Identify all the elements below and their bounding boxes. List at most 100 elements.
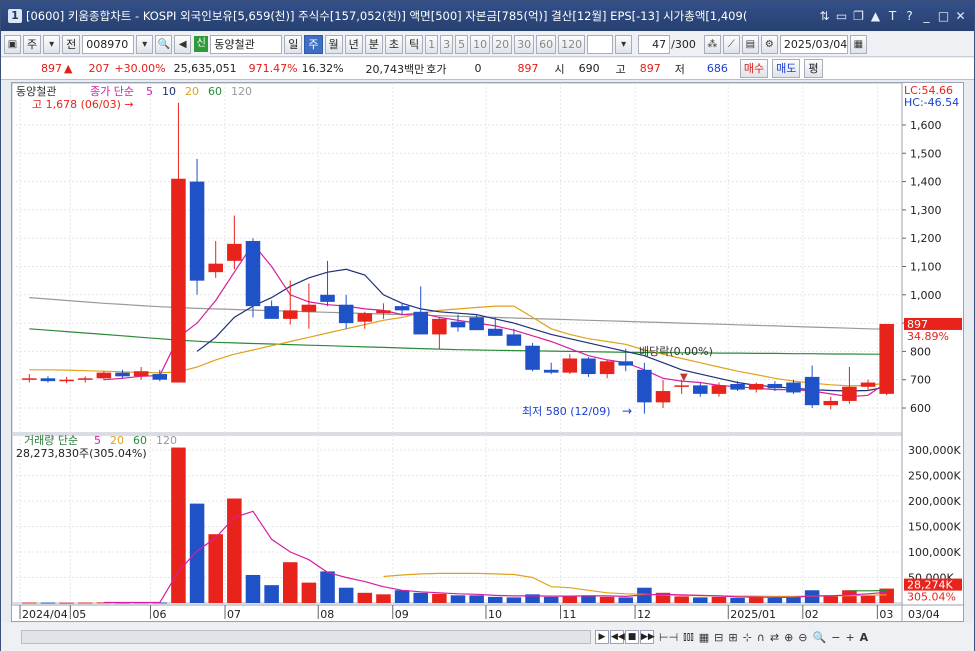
candle-body (22, 378, 37, 380)
minimize-button[interactable]: _ (919, 9, 934, 23)
chevron-down-icon[interactable]: ▾ (615, 34, 633, 54)
magnet-icon[interactable]: ∩ (757, 631, 765, 644)
calendar-icon[interactable]: ▦ (849, 34, 867, 54)
zoom-in-icon[interactable]: ⊕ (784, 631, 793, 644)
candle-body (320, 294, 335, 302)
candle-body (823, 400, 839, 406)
price-tick-label: 800 (910, 345, 931, 358)
market-select[interactable]: 전 (62, 34, 81, 54)
candle-body (450, 321, 466, 328)
scroll-last-icon[interactable]: ▶▶ (640, 630, 655, 644)
candle-body (562, 358, 578, 373)
volume-bar (469, 595, 484, 603)
font-size-icon[interactable]: A (860, 631, 869, 644)
candle-body (264, 306, 279, 319)
volume-ratio: 971.47% (248, 62, 298, 75)
candle-body (748, 383, 764, 390)
cascade-icon[interactable]: ❐ (851, 9, 866, 23)
layout-icon[interactable]: ▣ (4, 34, 21, 54)
indicator-icon[interactable]: ⁂ (703, 34, 721, 54)
tab-month[interactable]: 월 (324, 34, 343, 54)
volume-bar (506, 597, 522, 603)
data-count-input[interactable]: 47 (638, 34, 671, 54)
tab-minute[interactable]: 분 (364, 34, 383, 54)
compare-icon[interactable]: ⇄ (770, 631, 779, 644)
crosshair-icon[interactable]: ⊹ (743, 631, 752, 644)
chart-area[interactable]: 1,6001,5001,4001,3001,2001,1001,00090080… (11, 82, 964, 622)
code-dropdown-icon[interactable]: ▾ (136, 34, 154, 54)
hoga-label: 호가 (426, 62, 447, 76)
tab-day[interactable]: 일 (284, 34, 303, 54)
candle-body (637, 369, 652, 403)
ma-legend-label: 종가 단순 (90, 85, 134, 98)
chevron-down-icon[interactable]: ▾ (43, 34, 61, 54)
candle-body (711, 385, 727, 394)
sell-button[interactable]: 매도 (772, 59, 801, 78)
plus-icon[interactable]: + (845, 631, 854, 644)
restore-icon[interactable]: ▭ (834, 9, 849, 23)
scroll-stop-icon[interactable]: ■ (625, 630, 639, 644)
open-value: 690 (578, 62, 600, 75)
up-arrow-icon: ▲ (64, 62, 73, 75)
speaker-icon[interactable]: ◀ (174, 34, 192, 54)
minute-3-button[interactable]: 3 (440, 34, 454, 54)
close-button[interactable]: ✕ (953, 9, 968, 23)
horizontal-scrollbar[interactable] (21, 630, 591, 644)
trend-tool-icon[interactable]: ⟋ (722, 34, 740, 54)
tab-year[interactable]: 년 (344, 34, 363, 54)
view-bars-icon[interactable]: ⫾⫾⫾ (683, 630, 694, 644)
text-icon[interactable]: T (885, 9, 900, 23)
candle-body (376, 310, 391, 314)
help-icon[interactable]: ? (902, 9, 917, 23)
chart-svg[interactable]: 1,6001,5001,4001,3001,2001,1001,00090080… (11, 82, 963, 621)
data-count-total: /300 (671, 37, 696, 51)
tab-tick[interactable]: 틱 (405, 34, 424, 54)
candle-body (432, 318, 447, 335)
minute-60-button[interactable]: 60 (536, 34, 557, 54)
minute-5-button[interactable]: 5 (455, 34, 469, 54)
custom-period-input[interactable] (587, 34, 614, 54)
zoom-out-icon[interactable]: ⊖ (798, 631, 807, 644)
pin-icon[interactable]: ▲ (868, 9, 883, 23)
volume-legend-60: 60 (133, 434, 147, 447)
zoom-slider-icon[interactable]: ⊢⊣ (659, 631, 678, 644)
scroll-first-icon[interactable]: ◀◀ (610, 630, 625, 644)
date-input[interactable]: 2025/03/04 (779, 34, 848, 54)
candle-body (488, 328, 503, 336)
minute-1-button[interactable]: 1 (425, 34, 439, 54)
flat-button[interactable]: 평 (804, 59, 823, 78)
minute-20-button[interactable]: 20 (492, 34, 513, 54)
minute-30-button[interactable]: 30 (514, 34, 535, 54)
ma-legend-10: 10 (162, 85, 176, 98)
search-icon[interactable]: 🔍 (155, 34, 173, 54)
save-icon[interactable]: ▤ (741, 34, 759, 54)
candle-body (227, 243, 242, 261)
gear-icon[interactable]: ⚙ (760, 34, 778, 54)
tab-week[interactable]: 주 (304, 34, 323, 54)
volume-bar (320, 571, 335, 603)
stock-name-field: 동양철관 (210, 34, 283, 54)
view-grid-icon[interactable]: ▦ (699, 631, 709, 644)
candle-body (525, 345, 540, 370)
maximize-button[interactable]: □ (936, 9, 951, 23)
stock-code-input[interactable]: 008970 (82, 34, 135, 54)
window-title: [0600] 키움종합차트 - KOSPI 외국인보유[5,659(천)] 주식… (26, 9, 748, 23)
window-number: 1 (8, 9, 22, 23)
volume-tick-label: 250,000K (908, 470, 961, 483)
search-icon[interactable]: 🔍 (813, 631, 827, 644)
volume-tick-label: 300,000K (908, 444, 961, 457)
view-split-icon[interactable]: ⊟ (714, 631, 723, 644)
minus-icon[interactable]: − (831, 631, 840, 644)
tab-second[interactable]: 초 (384, 34, 403, 54)
price-tick-label: 1,000 (910, 289, 942, 302)
candle-body (599, 361, 615, 375)
view-stack-icon[interactable]: ⊞ (728, 631, 737, 644)
sort-icon[interactable]: ⇅ (817, 9, 832, 23)
period-select[interactable]: 주 (23, 34, 42, 54)
minute-120-button[interactable]: 120 (558, 34, 586, 54)
scroll-right-icon[interactable]: ▶ (595, 630, 609, 644)
buy-button[interactable]: 매수 (739, 59, 769, 78)
volume-bar (543, 596, 559, 603)
minute-10-button[interactable]: 10 (470, 34, 491, 54)
time-tick-label: 2024/04 (22, 608, 68, 621)
